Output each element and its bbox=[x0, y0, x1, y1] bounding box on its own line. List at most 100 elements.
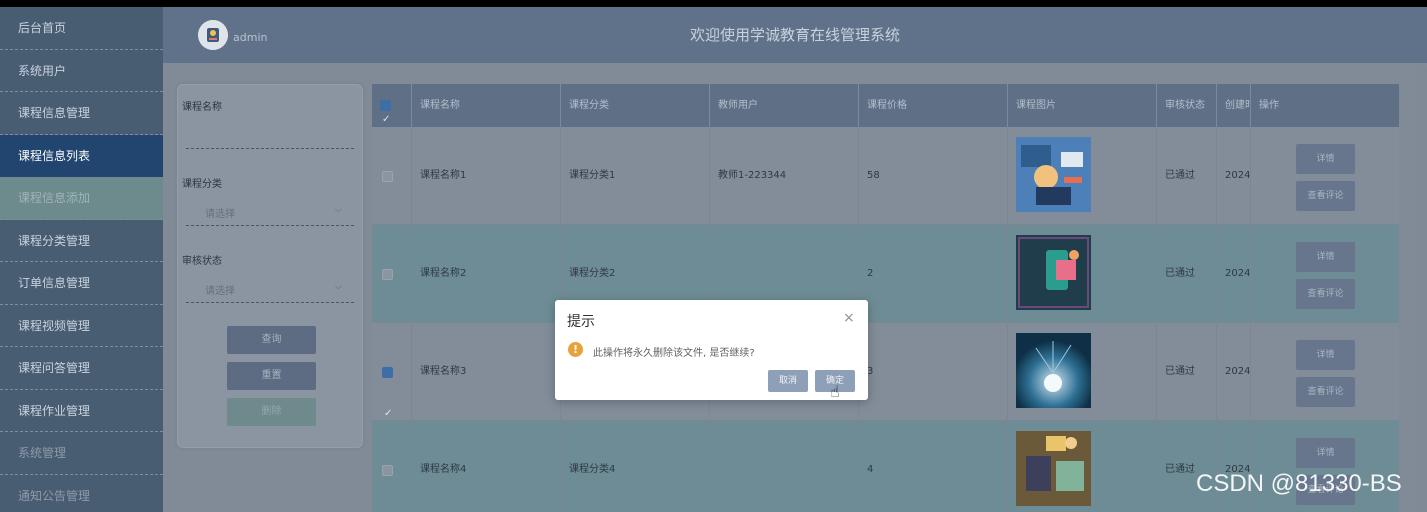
row-select-cell bbox=[372, 421, 412, 512]
cell-course-name: 课程名称2 bbox=[412, 225, 561, 323]
status-label: 审核状态 bbox=[182, 256, 222, 267]
cell-image bbox=[1008, 225, 1157, 323]
row-checkbox[interactable] bbox=[382, 269, 393, 280]
th-image[interactable]: 课程图片 bbox=[1008, 84, 1157, 127]
cell-category: 课程分类1 bbox=[561, 127, 710, 225]
main-area: admin 欢迎使用学诚教育在线管理系统 课程名称 课程分类 请选择 ⌵ 审核状… bbox=[163, 7, 1427, 512]
sidebar-item-course-category[interactable]: 课程分类管理 bbox=[0, 220, 163, 262]
warning-icon: ! bbox=[568, 342, 583, 357]
close-icon[interactable]: × bbox=[843, 310, 855, 326]
category-select-line bbox=[186, 225, 354, 226]
cell-actions: 详情 查看评论 bbox=[1251, 225, 1399, 323]
sidebar-item-course-video[interactable]: 课程视频管理 bbox=[0, 305, 163, 347]
sidebar-item-system-users[interactable]: 系统用户 bbox=[0, 50, 163, 92]
sidebar-item-course-add[interactable]: 课程信息添加 bbox=[0, 177, 163, 220]
row-checkbox[interactable] bbox=[382, 465, 393, 476]
sidebar-item-home[interactable]: 后台首页 bbox=[0, 7, 163, 50]
course-name-label: 课程名称 bbox=[182, 102, 222, 113]
select-all-cell bbox=[372, 84, 412, 127]
top-black-bar bbox=[0, 0, 1427, 7]
select-all-checkbox[interactable] bbox=[380, 98, 391, 127]
cancel-button[interactable]: 取消 bbox=[768, 370, 808, 392]
cell-price: 2 bbox=[859, 225, 1008, 323]
dialog-title: 提示 bbox=[567, 314, 595, 330]
course-thumbnail[interactable] bbox=[1016, 333, 1091, 408]
category-select[interactable]: 请选择 bbox=[205, 205, 235, 220]
cell-actions: 详情 查看评论 bbox=[1251, 421, 1399, 512]
row-select-cell bbox=[372, 127, 412, 225]
chevron-down-icon: ⌵ bbox=[335, 282, 342, 292]
sidebar-item-system-manage[interactable]: 系统管理 bbox=[0, 432, 163, 475]
cell-created: 2024- bbox=[1217, 127, 1251, 225]
cell-category: 课程分类4 bbox=[561, 421, 710, 512]
sidebar-item-orders[interactable]: 订单信息管理 bbox=[0, 262, 163, 305]
row-checkbox[interactable] bbox=[382, 365, 393, 421]
sidebar-item-course-info[interactable]: 课程信息管理 bbox=[0, 92, 163, 135]
cell-price: 3 bbox=[859, 323, 1008, 421]
table-header: 课程名称 课程分类 教师用户 课程价格 课程图片 审核状态 创建时 操作 bbox=[372, 84, 1399, 127]
cell-status: 已通过 bbox=[1157, 323, 1217, 421]
cell-created: 2024- bbox=[1217, 421, 1251, 512]
reset-button[interactable]: 重置 bbox=[227, 362, 316, 390]
cell-actions: 详情 查看评论 bbox=[1251, 127, 1399, 225]
dialog-message: 此操作将永久删除该文件, 是否继续? bbox=[593, 348, 755, 359]
cell-created: 2024- bbox=[1217, 225, 1251, 323]
search-panel: 课程名称 课程分类 请选择 ⌵ 审核状态 请选择 ⌵ 查询 重置 删除 bbox=[177, 84, 363, 448]
cell-status: 已通过 bbox=[1157, 421, 1217, 512]
cell-price: 4 bbox=[859, 421, 1008, 512]
detail-button[interactable]: 详情 bbox=[1296, 242, 1355, 272]
cell-teacher: 教师1-223344 bbox=[710, 127, 859, 225]
th-price[interactable]: 课程价格 bbox=[859, 84, 1008, 127]
th-course-category[interactable]: 课程分类 bbox=[561, 84, 710, 127]
table-row: 课程名称4 课程分类4 4 已通过 2024- 详情 bbox=[372, 421, 1399, 512]
row-select-cell bbox=[372, 225, 412, 323]
th-status[interactable]: 审核状态 bbox=[1157, 84, 1217, 127]
sidebar-item-notices[interactable]: 通知公告管理 bbox=[0, 475, 163, 512]
view-comments-button[interactable]: 查看评论 bbox=[1296, 181, 1355, 211]
delete-button[interactable]: 删除 bbox=[227, 398, 316, 426]
detail-button[interactable]: 详情 bbox=[1296, 438, 1355, 468]
cell-created: 2024- bbox=[1217, 323, 1251, 421]
header: admin 欢迎使用学诚教育在线管理系统 bbox=[163, 7, 1427, 63]
table-row: 课程名称3 3 已通过 2024- 详情 bbox=[372, 323, 1399, 421]
view-comments-button[interactable]: 查看评论 bbox=[1296, 377, 1355, 407]
detail-button[interactable]: 详情 bbox=[1296, 340, 1355, 370]
content-area: 课程名称 课程分类 请选择 ⌵ 审核状态 请选择 ⌵ 查询 重置 删除 课程名称… bbox=[163, 63, 1427, 512]
cell-teacher bbox=[710, 421, 859, 512]
cell-image bbox=[1008, 323, 1157, 421]
sidebar-item-course-list[interactable]: 课程信息列表 bbox=[0, 134, 163, 177]
course-table: 课程名称 课程分类 教师用户 课程价格 课程图片 审核状态 创建时 操作 课程名… bbox=[372, 84, 1399, 512]
confirm-dialog: 提示 × ! 此操作将永久删除该文件, 是否继续? 取消 确定 bbox=[555, 300, 868, 400]
sidebar-item-course-homework[interactable]: 课程作业管理 bbox=[0, 390, 163, 432]
cell-price: 58 bbox=[859, 127, 1008, 225]
hand-cursor-icon: ☝ bbox=[830, 382, 840, 401]
th-course-name[interactable]: 课程名称 bbox=[412, 84, 561, 127]
chevron-down-icon: ⌵ bbox=[335, 205, 342, 215]
detail-button[interactable]: 详情 bbox=[1296, 144, 1355, 174]
table-row: 课程名称2 课程分类2 2 已通过 2024- 详情 bbox=[372, 225, 1399, 323]
status-select[interactable]: 请选择 bbox=[205, 282, 235, 297]
cell-course-name: 课程名称3 bbox=[412, 323, 561, 421]
course-thumbnail[interactable] bbox=[1016, 235, 1091, 310]
cell-actions: 详情 查看评论 bbox=[1251, 323, 1399, 421]
th-created[interactable]: 创建时 bbox=[1217, 84, 1251, 127]
th-teacher[interactable]: 教师用户 bbox=[710, 84, 859, 127]
table-row: 课程名称1 课程分类1 教师1-223344 58 已通过 2024- bbox=[372, 127, 1399, 225]
row-select-cell bbox=[372, 323, 412, 421]
view-comments-button[interactable]: 查看评论 bbox=[1296, 279, 1355, 309]
cell-course-name: 课程名称4 bbox=[412, 421, 561, 512]
cell-course-name: 课程名称1 bbox=[412, 127, 561, 225]
page-scrollbar[interactable] bbox=[1417, 67, 1427, 512]
query-button[interactable]: 查询 bbox=[227, 326, 316, 354]
row-checkbox[interactable] bbox=[382, 171, 393, 182]
th-actions: 操作 bbox=[1259, 100, 1279, 111]
sidebar-item-course-qa[interactable]: 课程问答管理 bbox=[0, 347, 163, 390]
course-thumbnail[interactable] bbox=[1016, 431, 1091, 506]
sidebar: 后台首页 系统用户 课程信息管理 课程信息列表 课程信息添加 课程分类管理 订单… bbox=[0, 7, 163, 512]
page-title: 欢迎使用学诚教育在线管理系统 bbox=[163, 24, 1427, 45]
category-label: 课程分类 bbox=[182, 179, 222, 190]
cell-image bbox=[1008, 421, 1157, 512]
course-thumbnail[interactable] bbox=[1016, 137, 1091, 212]
course-name-input[interactable] bbox=[186, 148, 354, 149]
watermark: CSDN @81330-BS bbox=[1196, 470, 1402, 497]
